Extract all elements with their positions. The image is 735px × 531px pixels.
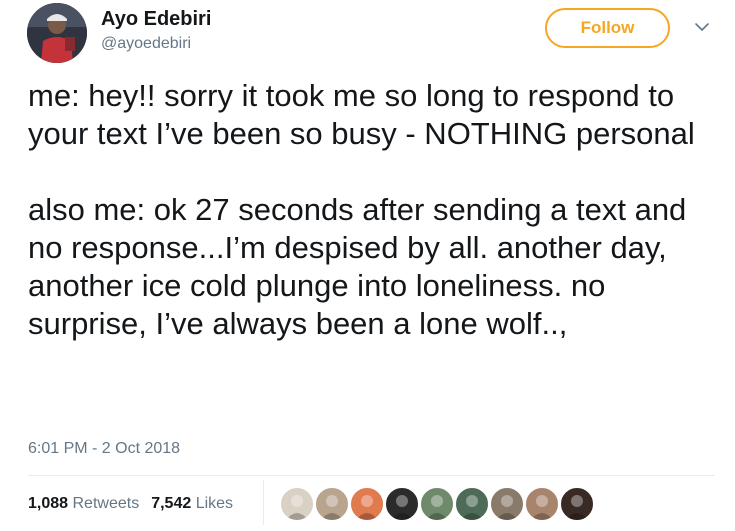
liker-avatar[interactable] (384, 486, 420, 522)
author-handle[interactable]: @ayoedebiri (101, 35, 191, 53)
tweet-body: me: hey!! sorry it took me so long to re… (28, 77, 728, 343)
author-avatar-image (27, 3, 87, 63)
liker-avatar[interactable] (559, 486, 595, 522)
likes-stat[interactable]: 7,542 Likes (151, 495, 233, 512)
tweet-paragraph-1: me: hey!! sorry it took me so long to re… (28, 78, 695, 151)
tweet-paragraph-2: also me: ok 27 seconds after sending a t… (28, 192, 687, 341)
tweet-timestamp[interactable]: 6:01 PM - 2 Oct 2018 (28, 440, 180, 458)
stats-divider (28, 475, 715, 476)
likes-label: Likes (195, 495, 234, 512)
chevron-down-icon[interactable] (694, 21, 710, 33)
liker-avatar[interactable] (454, 486, 490, 522)
engagement-stats: 1,088 Retweets 7,542 Likes (28, 495, 233, 513)
liker-avatar[interactable] (349, 486, 385, 522)
liker-avatar[interactable] (419, 486, 455, 522)
likes-count: 7,542 (151, 495, 192, 512)
stats-separator (263, 480, 264, 525)
follow-button[interactable]: Follow (545, 8, 670, 48)
retweets-stat[interactable]: 1,088 Retweets (28, 495, 139, 512)
author-avatar[interactable] (27, 3, 87, 63)
liker-avatar[interactable] (524, 486, 560, 522)
retweets-label: Retweets (72, 495, 140, 512)
author-name[interactable]: Ayo Edebiri (101, 8, 211, 31)
retweets-count: 1,088 (28, 495, 69, 512)
liker-avatar[interactable] (279, 486, 315, 522)
liker-avatar[interactable] (314, 486, 350, 522)
liker-avatar[interactable] (489, 486, 525, 522)
